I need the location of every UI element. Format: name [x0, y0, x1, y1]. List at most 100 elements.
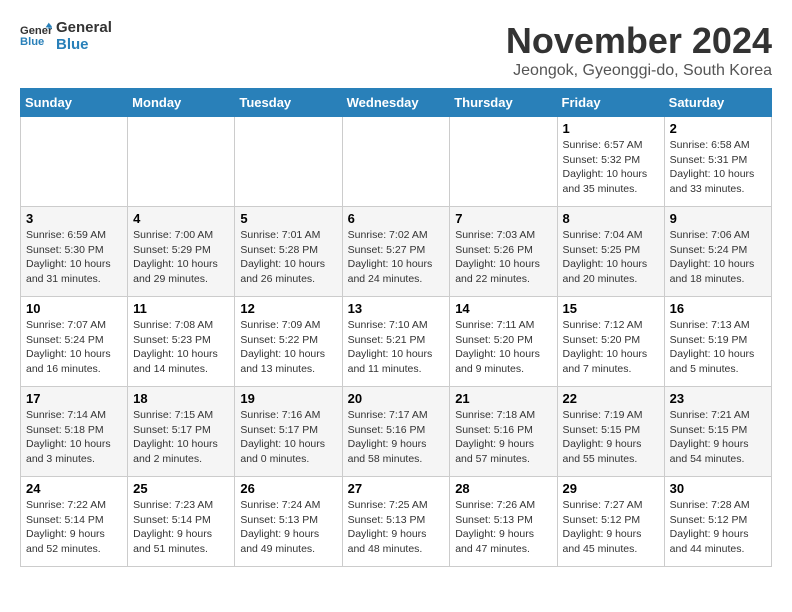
title-area: November 2024 Jeongok, Gyeonggi-do, Sout… — [506, 20, 772, 80]
day-info: Sunrise: 6:58 AMSunset: 5:31 PMDaylight:… — [670, 138, 766, 197]
day-info: Sunrise: 6:59 AMSunset: 5:30 PMDaylight:… — [26, 228, 122, 287]
day-info: Sunrise: 7:00 AMSunset: 5:29 PMDaylight:… — [133, 228, 229, 287]
day-number: 19 — [240, 391, 336, 406]
day-info: Sunrise: 7:23 AMSunset: 5:14 PMDaylight:… — [133, 498, 229, 557]
calendar-cell: 16 Sunrise: 7:13 AMSunset: 5:19 PMDayligh… — [664, 297, 771, 387]
calendar-cell: 11 Sunrise: 7:08 AMSunset: 5:23 PMDayligh… — [128, 297, 235, 387]
calendar-cell: 18 Sunrise: 7:15 AMSunset: 5:17 PMDayligh… — [128, 387, 235, 477]
svg-text:Blue: Blue — [20, 36, 44, 48]
calendar-cell: 15Sunrise: 7:12 AMSunset: 5:20 PMDayligh… — [557, 297, 664, 387]
weekday-header-friday: Friday — [557, 89, 664, 117]
calendar-cell: 20 Sunrise: 7:17 AMSunset: 5:16 PMDayligh… — [342, 387, 450, 477]
weekday-header-thursday: Thursday — [450, 89, 557, 117]
day-info: Sunrise: 7:02 AMSunset: 5:27 PMDaylight:… — [348, 228, 445, 287]
logo-icon: General Blue — [20, 21, 52, 53]
week-row-4: 17 Sunrise: 7:14 AMSunset: 5:18 PMDayligh… — [21, 387, 772, 477]
calendar-cell: 29 Sunrise: 7:27 AMSunset: 5:12 PMDayligh… — [557, 477, 664, 567]
weekday-header-row: SundayMondayTuesdayWednesdayThursdayFrid… — [21, 89, 772, 117]
calendar-cell: 24 Sunrise: 7:22 AMSunset: 5:14 PMDayligh… — [21, 477, 128, 567]
calendar-cell: 8Sunrise: 7:04 AMSunset: 5:25 PMDaylight… — [557, 207, 664, 297]
day-info: Sunrise: 7:26 AMSunset: 5:13 PMDaylight:… — [455, 498, 551, 557]
month-title: November 2024 — [506, 20, 772, 62]
day-info: Sunrise: 7:28 AMSunset: 5:12 PMDaylight:… — [670, 498, 766, 557]
page-header: General Blue General Blue November 2024 … — [20, 20, 772, 80]
day-number: 6 — [348, 211, 445, 226]
day-info: Sunrise: 7:10 AMSunset: 5:21 PMDaylight:… — [348, 318, 445, 377]
day-number: 25 — [133, 481, 229, 496]
day-number: 13 — [348, 301, 445, 316]
week-row-2: 3Sunrise: 6:59 AMSunset: 5:30 PMDaylight… — [21, 207, 772, 297]
calendar-cell: 4 Sunrise: 7:00 AMSunset: 5:29 PMDaylight… — [128, 207, 235, 297]
day-number: 14 — [455, 301, 551, 316]
calendar-cell: 5 Sunrise: 7:01 AMSunset: 5:28 PMDaylight… — [235, 207, 342, 297]
day-number: 15 — [563, 301, 659, 316]
day-number: 1 — [563, 121, 659, 136]
day-info: Sunrise: 7:04 AMSunset: 5:25 PMDaylight:… — [563, 228, 659, 287]
day-info: Sunrise: 7:06 AMSunset: 5:24 PMDaylight:… — [670, 228, 766, 287]
day-number: 26 — [240, 481, 336, 496]
day-number: 10 — [26, 301, 122, 316]
calendar-cell: 28 Sunrise: 7:26 AMSunset: 5:13 PMDayligh… — [450, 477, 557, 567]
day-info: Sunrise: 7:07 AMSunset: 5:24 PMDaylight:… — [26, 318, 122, 377]
calendar-cell: 1 Sunrise: 6:57 AMSunset: 5:32 PMDaylight… — [557, 117, 664, 207]
day-number: 29 — [563, 481, 659, 496]
day-info: Sunrise: 7:01 AMSunset: 5:28 PMDaylight:… — [240, 228, 336, 287]
day-number: 5 — [240, 211, 336, 226]
calendar-cell — [128, 117, 235, 207]
calendar-cell: 6 Sunrise: 7:02 AMSunset: 5:27 PMDaylight… — [342, 207, 450, 297]
day-number: 24 — [26, 481, 122, 496]
day-number: 16 — [670, 301, 766, 316]
logo-text-line1: General — [56, 20, 112, 37]
calendar-cell: 19 Sunrise: 7:16 AMSunset: 5:17 PMDayligh… — [235, 387, 342, 477]
weekday-header-tuesday: Tuesday — [235, 89, 342, 117]
day-info: Sunrise: 7:22 AMSunset: 5:14 PMDaylight:… — [26, 498, 122, 557]
logo: General Blue General Blue — [20, 20, 112, 53]
day-info: Sunrise: 6:57 AMSunset: 5:32 PMDaylight:… — [563, 138, 659, 197]
day-number: 28 — [455, 481, 551, 496]
day-number: 9 — [670, 211, 766, 226]
day-info: Sunrise: 7:14 AMSunset: 5:18 PMDaylight:… — [26, 408, 122, 467]
day-number: 17 — [26, 391, 122, 406]
day-number: 11 — [133, 301, 229, 316]
day-info: Sunrise: 7:15 AMSunset: 5:17 PMDaylight:… — [133, 408, 229, 467]
day-number: 12 — [240, 301, 336, 316]
day-info: Sunrise: 7:25 AMSunset: 5:13 PMDaylight:… — [348, 498, 445, 557]
week-row-3: 10 Sunrise: 7:07 AMSunset: 5:24 PMDayligh… — [21, 297, 772, 387]
day-info: Sunrise: 7:16 AMSunset: 5:17 PMDaylight:… — [240, 408, 336, 467]
calendar-cell: 21Sunrise: 7:18 AMSunset: 5:16 PMDayligh… — [450, 387, 557, 477]
calendar-cell: 27Sunrise: 7:25 AMSunset: 5:13 PMDayligh… — [342, 477, 450, 567]
calendar-cell: 25 Sunrise: 7:23 AMSunset: 5:14 PMDayligh… — [128, 477, 235, 567]
day-number: 30 — [670, 481, 766, 496]
day-number: 4 — [133, 211, 229, 226]
day-number: 23 — [670, 391, 766, 406]
day-number: 20 — [348, 391, 445, 406]
weekday-header-saturday: Saturday — [664, 89, 771, 117]
calendar-cell — [235, 117, 342, 207]
logo-text-line2: Blue — [56, 37, 112, 54]
day-number: 22 — [563, 391, 659, 406]
calendar-cell — [450, 117, 557, 207]
day-number: 18 — [133, 391, 229, 406]
calendar-cell: 10 Sunrise: 7:07 AMSunset: 5:24 PMDayligh… — [21, 297, 128, 387]
calendar-cell: 26 Sunrise: 7:24 AMSunset: 5:13 PMDayligh… — [235, 477, 342, 567]
weekday-header-sunday: Sunday — [21, 89, 128, 117]
day-info: Sunrise: 7:24 AMSunset: 5:13 PMDaylight:… — [240, 498, 336, 557]
calendar-cell — [21, 117, 128, 207]
day-info: Sunrise: 7:13 AMSunset: 5:19 PMDaylight:… — [670, 318, 766, 377]
day-info: Sunrise: 7:27 AMSunset: 5:12 PMDaylight:… — [563, 498, 659, 557]
location-title: Jeongok, Gyeonggi-do, South Korea — [506, 62, 772, 80]
week-row-5: 24 Sunrise: 7:22 AMSunset: 5:14 PMDayligh… — [21, 477, 772, 567]
weekday-header-monday: Monday — [128, 89, 235, 117]
day-info: Sunrise: 7:18 AMSunset: 5:16 PMDaylight:… — [455, 408, 551, 467]
day-info: Sunrise: 7:08 AMSunset: 5:23 PMDaylight:… — [133, 318, 229, 377]
day-info: Sunrise: 7:17 AMSunset: 5:16 PMDaylight:… — [348, 408, 445, 467]
calendar-cell: 13 Sunrise: 7:10 AMSunset: 5:21 PMDayligh… — [342, 297, 450, 387]
day-number: 2 — [670, 121, 766, 136]
calendar-cell: 17 Sunrise: 7:14 AMSunset: 5:18 PMDayligh… — [21, 387, 128, 477]
calendar-cell: 7Sunrise: 7:03 AMSunset: 5:26 PMDaylight… — [450, 207, 557, 297]
calendar-cell: 2 Sunrise: 6:58 AMSunset: 5:31 PMDaylight… — [664, 117, 771, 207]
week-row-1: 1 Sunrise: 6:57 AMSunset: 5:32 PMDaylight… — [21, 117, 772, 207]
calendar-cell: 12 Sunrise: 7:09 AMSunset: 5:22 PMDayligh… — [235, 297, 342, 387]
day-info: Sunrise: 7:21 AMSunset: 5:15 PMDaylight:… — [670, 408, 766, 467]
day-info: Sunrise: 7:09 AMSunset: 5:22 PMDaylight:… — [240, 318, 336, 377]
